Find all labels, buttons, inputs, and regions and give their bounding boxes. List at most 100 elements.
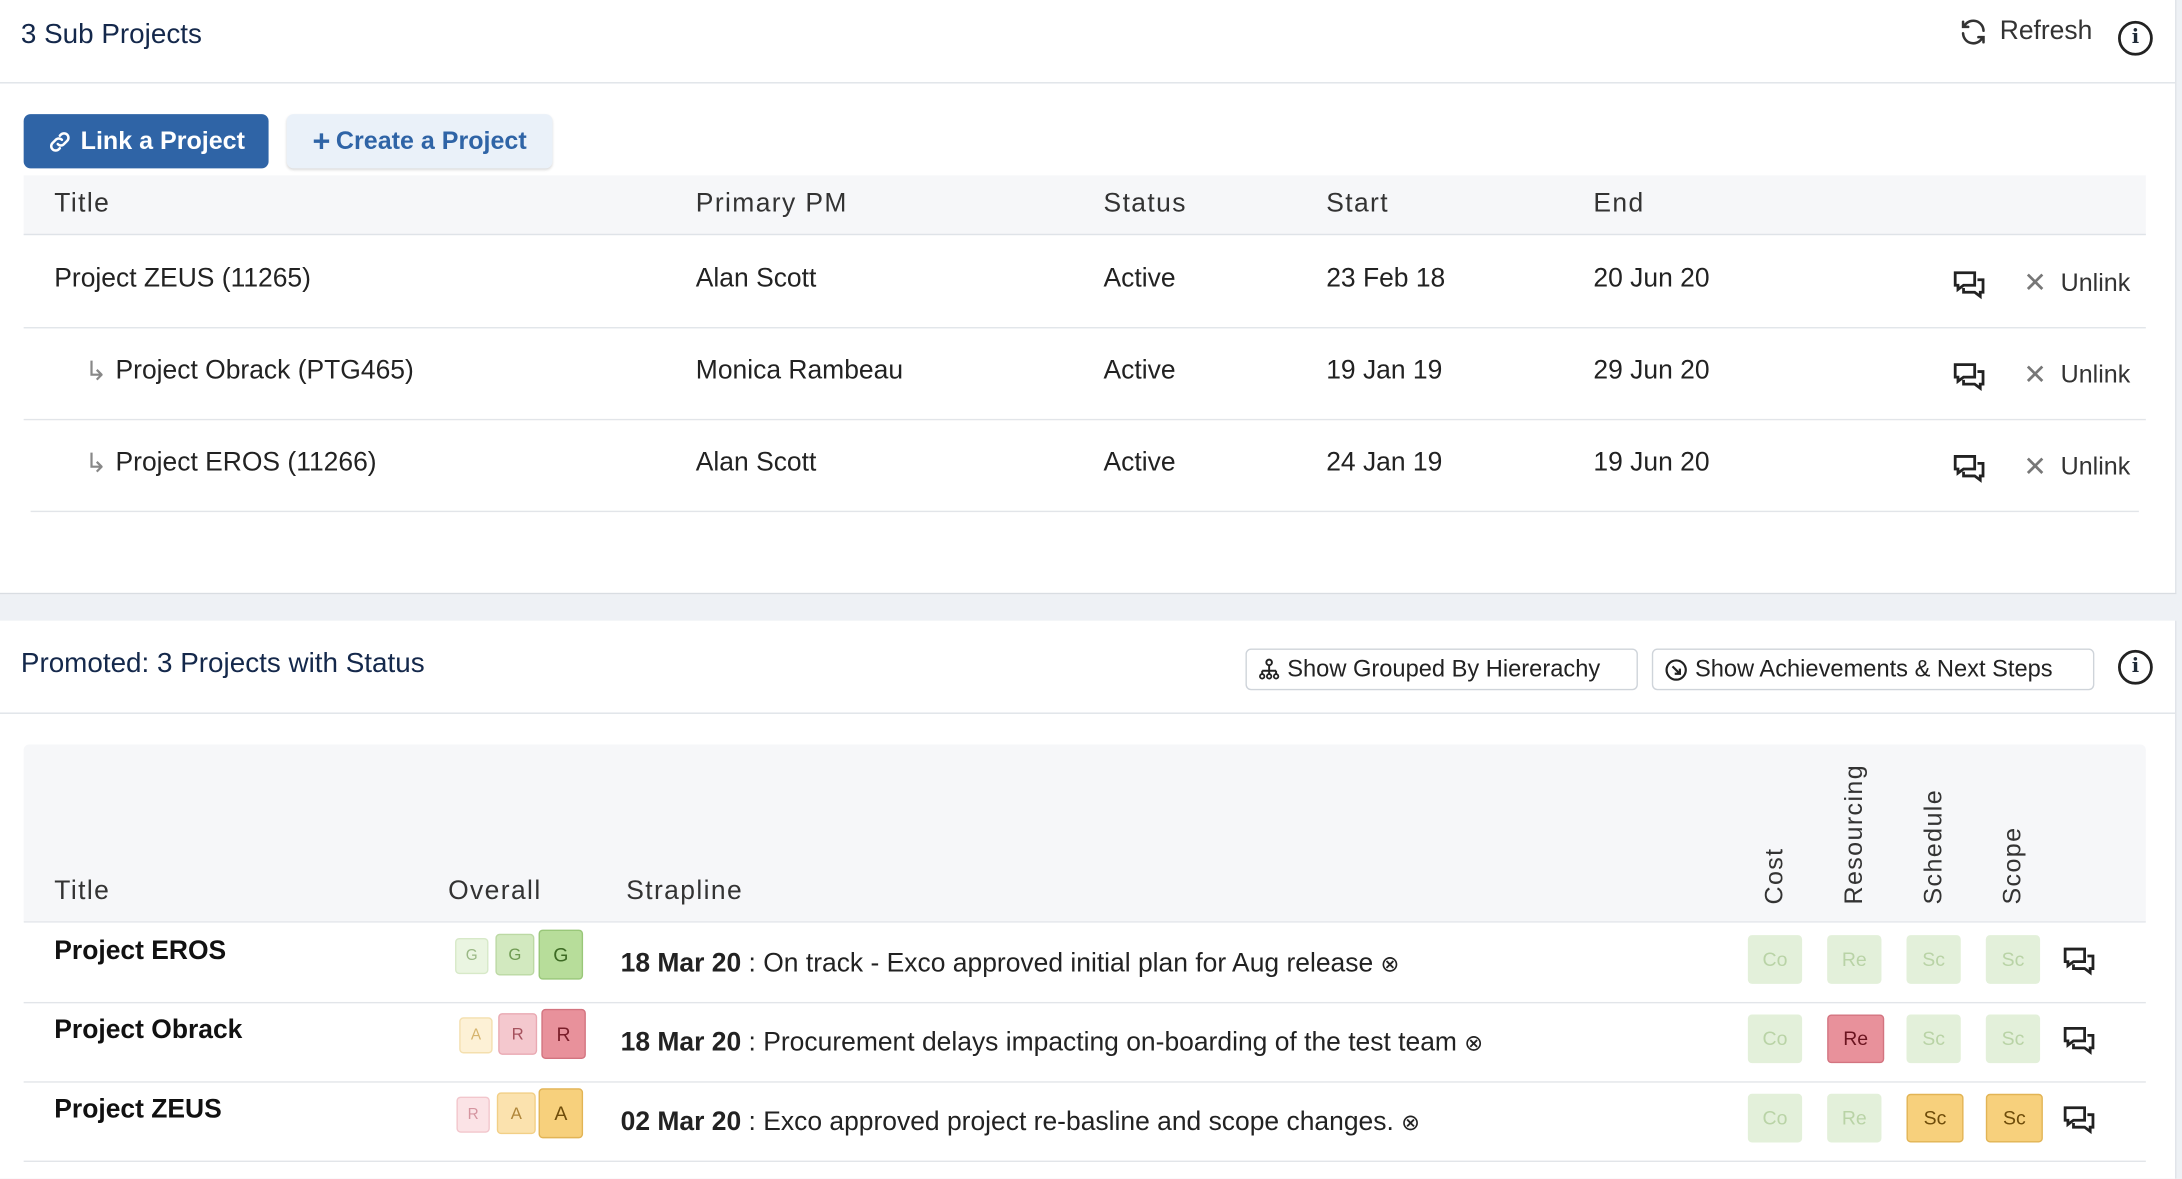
resourcing-status: Re bbox=[1827, 935, 1882, 984]
sub-projects-panel: 3 Sub Projects Refresh i Link a Project … bbox=[0, 0, 2177, 595]
link-project-label: Link a Project bbox=[80, 126, 245, 155]
status-row[interactable]: Project Obrack A R R 18 Mar 20 : Procure… bbox=[23, 1002, 2146, 1083]
unlink-label: Unlink bbox=[2060, 360, 2131, 389]
overall-current: G bbox=[538, 929, 584, 980]
overall-history-2: R bbox=[498, 1013, 538, 1055]
resourcing-status: Re bbox=[1827, 1014, 1885, 1064]
comments-icon[interactable] bbox=[1952, 454, 1985, 485]
column-schedule[interactable]: Schedule bbox=[1919, 789, 1948, 905]
comments-icon[interactable] bbox=[2062, 946, 2095, 977]
strapline-date: 18 Mar 20 bbox=[620, 1028, 742, 1058]
strapline: 02 Mar 20 : Exco approved project re-bas… bbox=[621, 1108, 1420, 1139]
table-row[interactable]: Project ZEUS (11265) Alan Scott Active 2… bbox=[23, 235, 2146, 329]
show-achievements-button[interactable]: Show Achievements & Next Steps bbox=[1651, 648, 2095, 691]
refresh-icon bbox=[1961, 19, 1985, 45]
project-end: 29 Jun 20 bbox=[1593, 356, 1710, 386]
strapline: 18 Mar 20 : Procurement delays impacting… bbox=[621, 1028, 1483, 1059]
project-end: 19 Jun 20 bbox=[1593, 448, 1710, 478]
unlink-label: Unlink bbox=[2060, 268, 2131, 297]
project-name[interactable]: Project EROS bbox=[54, 937, 226, 968]
column-title[interactable]: Title bbox=[54, 877, 110, 908]
status-row[interactable]: Project ZEUS R A A 02 Mar 20 : Exco appr… bbox=[23, 1081, 2146, 1162]
create-project-button[interactable]: + Create a Project bbox=[286, 114, 553, 169]
unlink-button[interactable]: ✕ Unlink bbox=[2023, 358, 2130, 393]
table-header: Title Primary PM Status Start End bbox=[23, 175, 2146, 236]
plus-icon: + bbox=[312, 123, 331, 158]
comments-icon[interactable] bbox=[1952, 270, 1985, 301]
child-arrow-icon: ↳ bbox=[84, 449, 108, 479]
info-icon[interactable]: i bbox=[2118, 20, 2153, 56]
column-overall[interactable]: Overall bbox=[448, 877, 541, 908]
strapline-date: 02 Mar 20 bbox=[620, 1107, 742, 1137]
arrow-circle-icon[interactable]: ⊗ bbox=[1381, 950, 1400, 978]
strapline-text: : Exco approved project re-basline and s… bbox=[748, 1107, 1394, 1137]
overall-history-1: R bbox=[456, 1096, 490, 1133]
promoted-title: Promoted: 3 Projects with Status bbox=[20, 648, 425, 680]
project-title[interactable]: Project ZEUS (11265) bbox=[54, 264, 311, 295]
column-strapline[interactable]: Strapline bbox=[626, 877, 743, 908]
scope-status: Sc bbox=[1985, 1014, 2041, 1064]
child-arrow-icon: ↳ bbox=[84, 357, 108, 387]
comments-icon[interactable] bbox=[1952, 362, 1985, 393]
cost-status: Co bbox=[1747, 1014, 1803, 1064]
project-start: 19 Jan 19 bbox=[1326, 356, 1443, 386]
hierarchy-icon bbox=[1259, 658, 1280, 680]
column-scope[interactable]: Scope bbox=[1998, 827, 2027, 905]
overall-history-1: G bbox=[455, 937, 489, 975]
project-title[interactable]: Project EROS (11266) bbox=[116, 448, 377, 479]
status-table-header: Title Overall Strapline bbox=[23, 744, 2146, 923]
unlink-button[interactable]: ✕ Unlink bbox=[2023, 266, 2130, 301]
show-grouped-label: Show Grouped By Hiererachy bbox=[1287, 655, 1601, 682]
strapline-text: : Procurement delays impacting on-boardi… bbox=[748, 1028, 1457, 1058]
schedule-status: Sc bbox=[1906, 935, 1961, 984]
scope-status: Sc bbox=[1985, 935, 2041, 984]
project-status: Active bbox=[1103, 356, 1176, 386]
strapline-date: 18 Mar 20 bbox=[620, 949, 742, 979]
project-start: 23 Feb 18 bbox=[1326, 264, 1446, 294]
divider bbox=[0, 82, 2176, 84]
project-name[interactable]: Project Obrack bbox=[54, 1016, 242, 1047]
column-primary-pm[interactable]: Primary PM bbox=[696, 189, 848, 220]
column-cost[interactable]: Cost bbox=[1760, 847, 1789, 904]
column-title[interactable]: Title bbox=[54, 189, 110, 220]
show-grouped-button[interactable]: Show Grouped By Hiererachy bbox=[1245, 648, 1638, 691]
scope-status: Sc bbox=[1985, 1093, 2043, 1143]
arrow-circle-icon[interactable]: ⊗ bbox=[1464, 1030, 1483, 1058]
overall-current: R bbox=[541, 1008, 586, 1060]
project-title[interactable]: Project Obrack (PTG465) bbox=[116, 356, 414, 387]
project-pm: Alan Scott bbox=[695, 264, 817, 294]
status-row[interactable]: Project EROS G G G 18 Mar 20 : On track … bbox=[23, 923, 2146, 1004]
overall-history-2: A bbox=[496, 1092, 536, 1135]
project-pm: Monica Rambeau bbox=[695, 356, 904, 386]
info-icon[interactable]: i bbox=[2118, 649, 2153, 685]
project-name[interactable]: Project ZEUS bbox=[54, 1095, 222, 1126]
unlink-label: Unlink bbox=[2060, 452, 2131, 481]
link-project-button[interactable]: Link a Project bbox=[23, 114, 269, 169]
table-row[interactable]: ↳ Project EROS (11266) Alan Scott Active… bbox=[30, 419, 2139, 513]
show-achievements-label: Show Achievements & Next Steps bbox=[1694, 655, 2053, 682]
column-resourcing[interactable]: Resourcing bbox=[1840, 764, 1869, 905]
project-pm: Alan Scott bbox=[695, 448, 817, 478]
close-icon: ✕ bbox=[2023, 360, 2047, 392]
project-end: 20 Jun 20 bbox=[1593, 264, 1710, 294]
comments-icon[interactable] bbox=[2062, 1105, 2095, 1136]
overall-current: A bbox=[538, 1088, 584, 1139]
resourcing-status: Re bbox=[1827, 1093, 1882, 1143]
refresh-button[interactable]: Refresh bbox=[1958, 17, 2092, 48]
sub-projects-title: 3 Sub Projects bbox=[20, 19, 202, 51]
column-start[interactable]: Start bbox=[1326, 189, 1389, 220]
column-status[interactable]: Status bbox=[1104, 189, 1187, 220]
schedule-status: Sc bbox=[1906, 1093, 1964, 1143]
comments-icon[interactable] bbox=[2062, 1026, 2095, 1057]
column-end[interactable]: End bbox=[1593, 189, 1644, 220]
arrow-circle-icon[interactable]: ⊗ bbox=[1401, 1109, 1420, 1137]
arrow-circle-icon bbox=[1665, 658, 1687, 681]
close-icon: ✕ bbox=[2023, 452, 2047, 483]
project-start: 24 Jan 19 bbox=[1326, 448, 1443, 478]
table-row[interactable]: ↳ Project Obrack (PTG465) Monica Rambeau… bbox=[23, 327, 2146, 421]
create-project-label: Create a Project bbox=[335, 126, 527, 155]
divider bbox=[0, 712, 2176, 714]
unlink-button[interactable]: ✕ Unlink bbox=[2023, 449, 2130, 484]
strapline-text: : On track - Exco approved initial plan … bbox=[748, 949, 1374, 979]
schedule-status: Sc bbox=[1906, 1014, 1961, 1064]
